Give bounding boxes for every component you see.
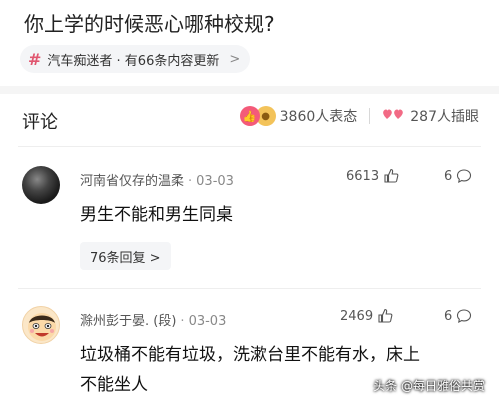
header-divider [18, 146, 481, 147]
chevron-right-icon: > [229, 51, 241, 67]
comment-meta: 滁州彭于晏. (段) · 03-03 [80, 314, 227, 329]
topic-label: 汽车痴迷者 · 有66条内容更新 [47, 53, 220, 69]
hash-icon: # [28, 49, 42, 69]
comment-count-button[interactable]: 6 [444, 308, 472, 324]
like-button[interactable]: 2469 [340, 308, 393, 324]
thumbs-up-icon [384, 168, 399, 183]
reaction-stats[interactable]: 👍 ● 3860人表态 287人插眼 [239, 106, 479, 126]
comment-text: 男生不能和男生同桌 [80, 205, 233, 225]
comment-divider [18, 288, 481, 289]
comment-count: 6 [444, 308, 453, 324]
like-button[interactable]: 6613 [346, 168, 399, 184]
stats-separator [369, 108, 371, 124]
like-count: 2469 [340, 308, 374, 324]
comment-count: 6 [444, 168, 453, 184]
like-count: 6613 [346, 168, 380, 184]
comment-date: 03-03 [188, 314, 227, 329]
comment-date: 03-03 [196, 174, 234, 189]
topic-chip[interactable]: # 汽车痴迷者 · 有66条内容更新 > [20, 45, 251, 73]
comment-author[interactable]: 滁州彭于晏. (段) [80, 314, 176, 329]
comment-count-button[interactable]: 6 [444, 168, 472, 184]
thumbs-up-icon [378, 308, 393, 323]
comment-text-line: 垃圾桶不能有垃圾，洗漱台里不能有水，床上 [80, 345, 420, 365]
heart-eyes-icon [382, 107, 404, 125]
emoji-count: 287人插眼 [410, 109, 479, 125]
section-divider [0, 86, 499, 94]
reactions-count: 3860人表态 [279, 109, 358, 125]
page-title: 你上学的时候恶心哪种校规? [24, 12, 275, 36]
comment-meta: 河南省仅存的温柔 · 03-03 [80, 174, 234, 189]
comment-bubble-icon [457, 309, 472, 323]
like-reaction-icon: 👍 [239, 106, 260, 126]
avatar[interactable] [22, 166, 60, 204]
avatar[interactable] [22, 306, 60, 344]
reaction-icons: 👍 ● [239, 106, 276, 126]
comments-header: 评论 [22, 112, 58, 133]
watermark: 头条 @每日雅俗共赏 [373, 379, 485, 393]
comment-author[interactable]: 河南省仅存的温柔 [80, 174, 184, 189]
comment-bubble-icon [457, 169, 472, 183]
view-replies-button[interactable]: 76条回复 > [80, 242, 171, 270]
